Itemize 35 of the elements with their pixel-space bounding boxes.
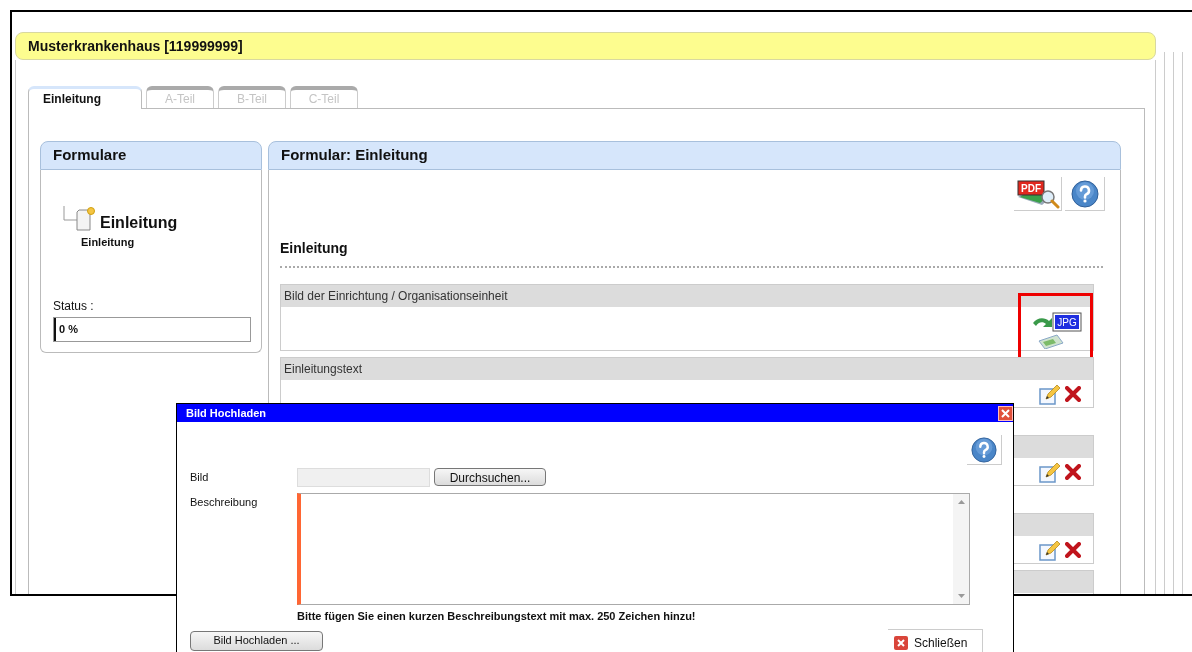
panel-header: Formulare — [40, 141, 262, 170]
status-label: Status : — [53, 297, 94, 315]
dialog-title: Bild Hochladen — [186, 405, 267, 421]
edit-icon[interactable] — [1039, 382, 1061, 405]
field-label: Bild — [190, 470, 210, 485]
help-button[interactable] — [967, 435, 1002, 465]
delete-icon[interactable] — [1065, 385, 1081, 402]
tree-item-label[interactable]: Einleitung — [100, 214, 178, 232]
description-textarea[interactable] — [297, 493, 970, 605]
help-button[interactable] — [1065, 177, 1105, 211]
field-label: Beschreibung — [190, 495, 259, 510]
pdf-button[interactable]: PDF — [1014, 177, 1062, 211]
tree-item-sublabel: Einleitung — [81, 235, 136, 250]
help-icon — [971, 436, 997, 463]
close-button[interactable]: Schließen — [888, 628, 983, 652]
hint-text: Bitte fügen Sie einen kurzen Beschreibungstext mit max. 250 Zeichen hinzu! — [297, 609, 697, 624]
close-icon[interactable] — [998, 405, 1013, 421]
page-title-bar: Musterkrankenhaus [119999999] — [15, 32, 1157, 60]
tree-document-icon — [63, 206, 97, 232]
file-input-field[interactable] — [297, 468, 430, 487]
field-title: Bild der Einrichtung / Organisationseinheit — [284, 288, 508, 305]
delete-icon[interactable] — [1065, 541, 1081, 558]
scroll-up-icon[interactable] — [957, 500, 965, 504]
tab[interactable]: Einleitung — [28, 86, 142, 109]
panel-header: Formular: Einleitung — [268, 141, 1121, 170]
field-title: Einleitungstext — [284, 361, 363, 378]
browse-button[interactable]: Durchsuchen... — [434, 468, 546, 486]
edit-icon[interactable] — [1039, 538, 1061, 561]
scrollbar[interactable] — [953, 494, 969, 604]
section-heading: Einleitung — [280, 239, 348, 258]
delete-icon[interactable] — [1065, 463, 1081, 480]
help-icon — [1070, 179, 1099, 208]
edit-icon[interactable] — [1039, 460, 1061, 483]
status-value: 0 % — [58, 321, 78, 337]
upload-button[interactable]: Bild Hochladen ... — [190, 630, 323, 651]
